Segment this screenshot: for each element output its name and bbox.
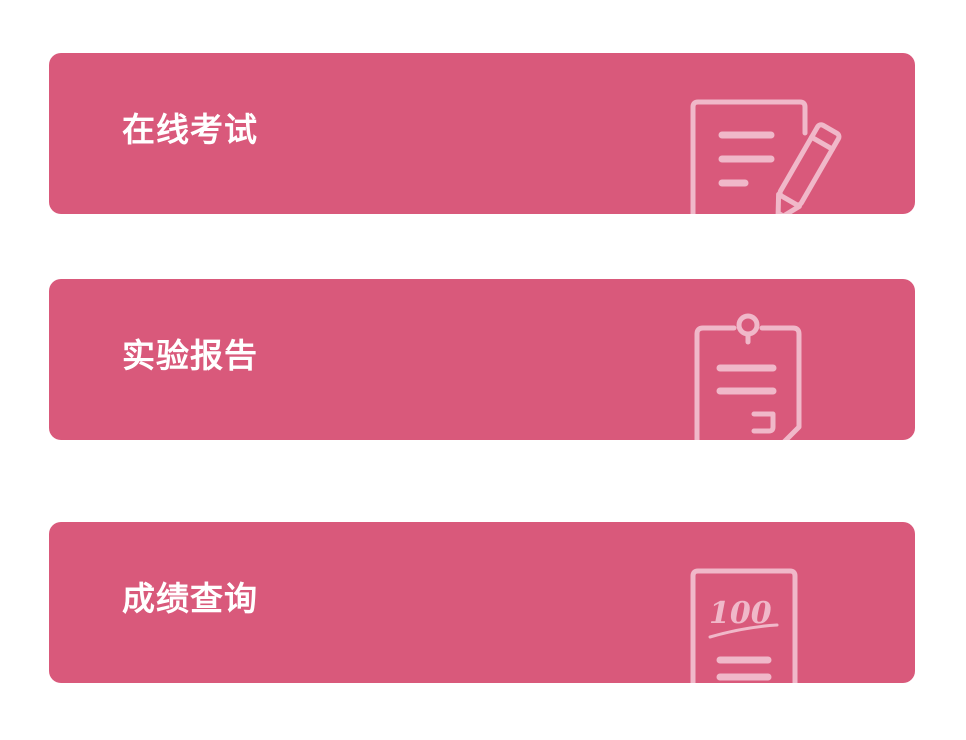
card-lab-report[interactable]: 实验报告 [49, 279, 915, 440]
clipboard-report-icon [669, 279, 869, 440]
card-label: 在线考试 [122, 110, 258, 149]
card-online-exam[interactable]: 在线考试 [49, 53, 915, 214]
card-score-query[interactable]: 成绩查询 100 [49, 522, 915, 683]
exam-paper-pencil-icon [669, 53, 869, 214]
card-label: 实验报告 [122, 336, 258, 375]
card-label: 成绩查询 [122, 579, 258, 618]
score-100-sheet-icon: 100 [669, 522, 869, 683]
